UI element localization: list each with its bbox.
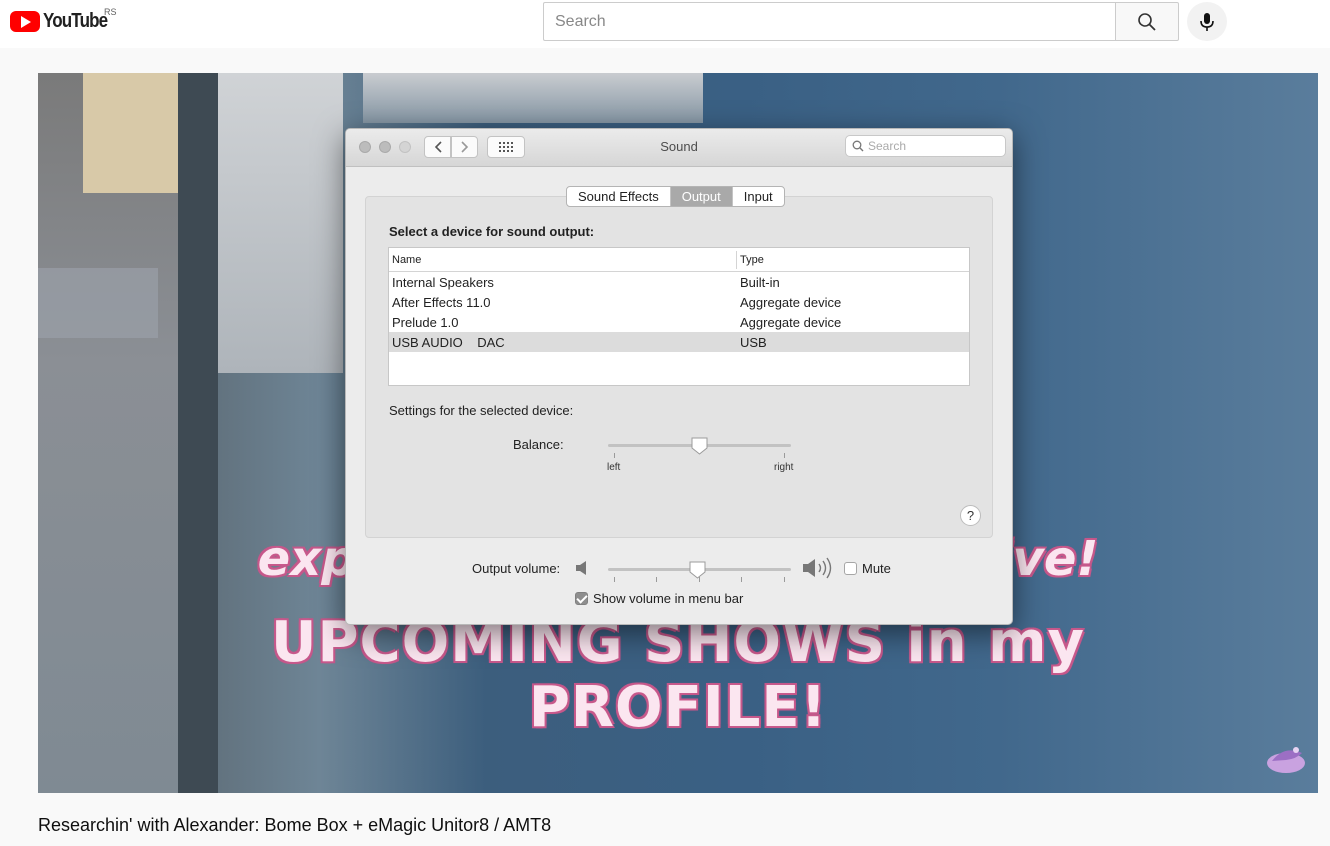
tab-bar: Sound Effects Output Input <box>566 186 785 207</box>
sound-preferences-window: Sound Search Sound Effects Output Input … <box>345 128 1013 625</box>
help-button[interactable]: ? <box>960 505 981 526</box>
table-row[interactable]: Internal Speakers Built-in <box>389 272 969 292</box>
volume-high-icon <box>803 557 832 579</box>
volume-tick <box>656 577 657 582</box>
window-titlebar[interactable]: Sound Search <box>346 129 1012 167</box>
volume-low-icon <box>576 561 586 575</box>
column-divider[interactable] <box>736 251 737 269</box>
voice-search-button[interactable] <box>1187 2 1227 41</box>
table-row[interactable]: Prelude 1.0 Aggregate device <box>389 312 969 332</box>
device-type: Aggregate device <box>740 295 842 310</box>
mute-checkbox[interactable] <box>844 562 857 575</box>
search-icon <box>1138 12 1156 31</box>
search-icon <box>852 140 864 152</box>
balance-left-label: left <box>607 462 621 473</box>
video-bg-shape <box>38 268 158 338</box>
video-bg-shape <box>83 73 178 193</box>
volume-tick <box>741 577 742 582</box>
device-settings-label: Settings for the selected device: <box>389 403 574 418</box>
country-code: RS <box>104 7 117 17</box>
device-name: After Effects 11.0 <box>392 295 491 310</box>
volume-tick <box>614 577 615 582</box>
device-type: USB <box>740 335 767 350</box>
tab-sound-effects[interactable]: Sound Effects <box>567 187 671 206</box>
preferences-search-input[interactable]: Search <box>845 135 1006 157</box>
volume-tick <box>784 577 785 582</box>
output-device-table: Name Type Internal Speakers Built-in Aft… <box>388 247 970 386</box>
column-header-type[interactable]: Type <box>740 254 764 266</box>
output-volume-slider-knob[interactable] <box>689 561 706 579</box>
video-bg-shape <box>363 73 703 123</box>
show-volume-label: Show volume in menu bar <box>593 591 744 606</box>
device-name: USB AUDIO DAC <box>392 335 505 350</box>
balance-right-label: right <box>774 462 794 473</box>
balance-label: Balance: <box>513 437 564 452</box>
volume-tick <box>699 577 700 582</box>
youtube-search-input[interactable]: Search <box>543 2 1116 41</box>
tab-input[interactable]: Input <box>733 187 784 206</box>
youtube-logo[interactable]: YouTube <box>10 9 119 33</box>
balance-tick-right <box>784 453 785 458</box>
video-title: Researchin' with Alexander: Bome Box + e… <box>38 815 552 835</box>
device-name: Internal Speakers <box>392 275 494 290</box>
device-type: Aggregate device <box>740 315 842 330</box>
tab-output[interactable]: Output <box>670 187 733 206</box>
balance-tick-left <box>614 453 615 458</box>
preferences-search-placeholder: Search <box>868 139 907 153</box>
channel-watermark-icon[interactable] <box>1266 741 1306 775</box>
table-header: Name Type <box>389 248 969 272</box>
video-bg-shape <box>218 73 343 373</box>
balance-slider-knob[interactable] <box>691 437 708 455</box>
video-overlay-text-line2: UPCOMING SHOWS in my PROFILE! <box>271 610 1085 740</box>
microphone-icon <box>1200 12 1214 31</box>
device-name: Prelude 1.0 <box>392 315 459 330</box>
output-volume-label: Output volume: <box>472 561 561 576</box>
table-row-selected[interactable]: USB AUDIO DAC USB <box>389 332 969 352</box>
youtube-header: YouTube RS Search <box>0 0 1330 48</box>
youtube-play-icon <box>10 10 40 32</box>
select-device-label: Select a device for sound output: <box>389 224 595 239</box>
youtube-search-button[interactable] <box>1115 2 1179 41</box>
table-row[interactable]: After Effects 11.0 Aggregate device <box>389 292 969 312</box>
youtube-logo-text: YouTube <box>43 9 108 32</box>
device-type: Built-in <box>740 275 780 290</box>
show-volume-checkbox[interactable] <box>575 592 588 605</box>
mute-label: Mute <box>862 561 891 576</box>
column-header-name[interactable]: Name <box>392 254 421 266</box>
